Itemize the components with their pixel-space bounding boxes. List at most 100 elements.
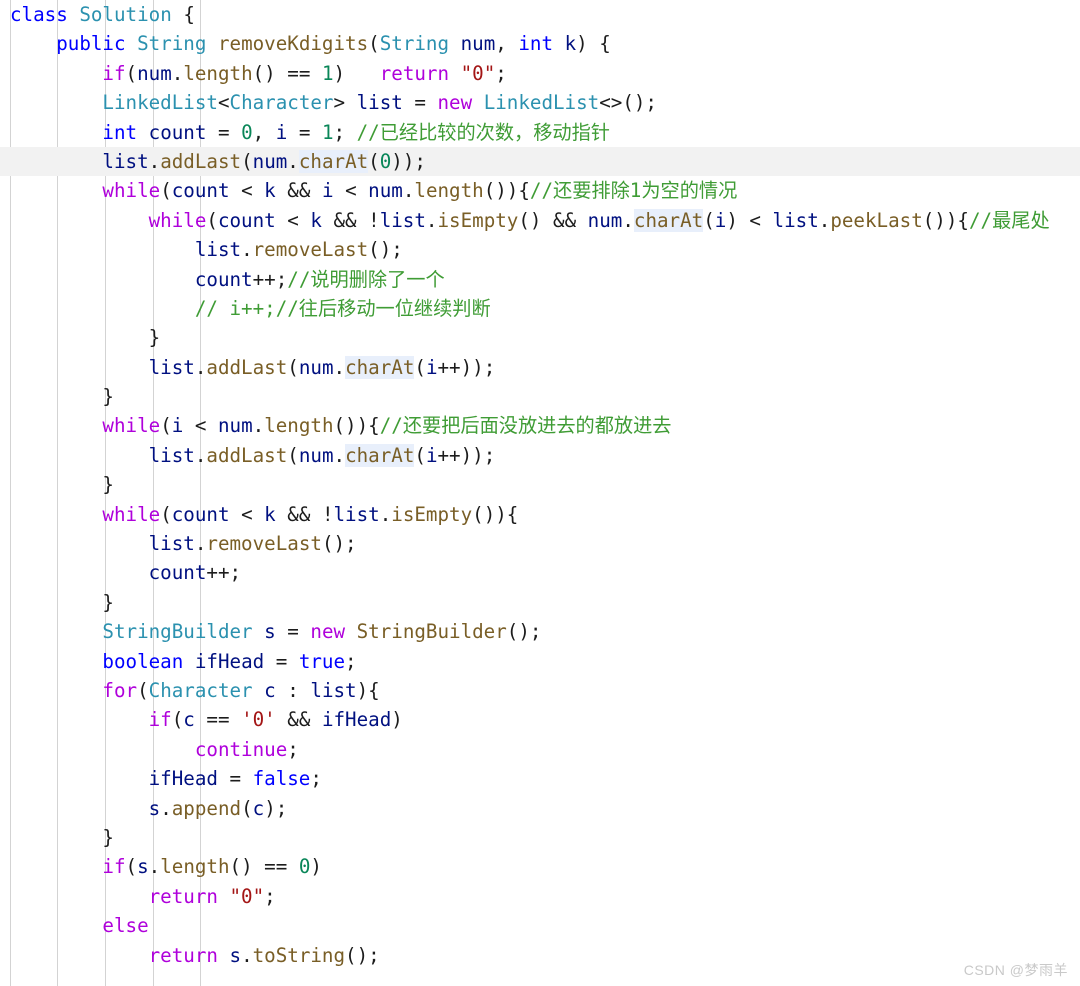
token-pun: ++)); bbox=[437, 443, 496, 467]
token-pun: < bbox=[217, 91, 230, 115]
code-line[interactable]: if(num.length() == 1) return "0"; bbox=[0, 59, 1080, 88]
code-content[interactable]: class Solution { public String removeKdi… bbox=[0, 0, 1080, 970]
code-line[interactable]: int count = 0, i = 1; //已经比较的次数，移动指针 bbox=[0, 118, 1080, 147]
token-pun: ()){ bbox=[922, 208, 969, 232]
code-line[interactable]: while(count < k && !list.isEmpty() && nu… bbox=[0, 206, 1080, 235]
token-pun bbox=[10, 179, 102, 202]
code-line[interactable]: count++;//说明删除了一个 bbox=[0, 265, 1080, 294]
token-pun bbox=[206, 32, 218, 55]
token-pun: () == bbox=[229, 855, 299, 879]
token-pun: , bbox=[495, 32, 519, 56]
token-pun bbox=[10, 62, 102, 85]
token-pun bbox=[218, 944, 230, 967]
code-line[interactable]: list.removeLast(); bbox=[0, 235, 1080, 264]
token-kwc: while bbox=[102, 179, 161, 203]
token-pun: . bbox=[241, 943, 253, 967]
token-pun bbox=[10, 855, 102, 878]
code-line[interactable]: while(i < num.length()){//还要把后面没放进去的都放进去 bbox=[0, 411, 1080, 440]
code-line[interactable]: if(s.length() == 0) bbox=[0, 852, 1080, 881]
code-line[interactable]: else bbox=[0, 911, 1080, 940]
code-line[interactable]: return s.toString(); bbox=[0, 941, 1080, 970]
code-line[interactable]: while(count < k && i < num.length()){//还… bbox=[0, 176, 1080, 205]
code-line[interactable]: class Solution { bbox=[0, 0, 1080, 29]
token-pun: . bbox=[287, 149, 299, 173]
token-kwc: if bbox=[148, 708, 172, 732]
token-type: Character bbox=[229, 91, 334, 115]
code-line[interactable]: } bbox=[0, 382, 1080, 411]
code-line[interactable]: continue; bbox=[0, 735, 1080, 764]
token-pun bbox=[10, 708, 149, 731]
code-line[interactable]: list.addLast(num.charAt(i++)); bbox=[0, 441, 1080, 470]
token-pun bbox=[553, 32, 565, 55]
token-pun: ( bbox=[368, 149, 380, 173]
token-pun: : bbox=[275, 678, 311, 702]
token-pun: ++; bbox=[206, 561, 242, 585]
token-pun bbox=[345, 620, 357, 643]
code-line[interactable]: boolean ifHead = true; bbox=[0, 647, 1080, 676]
token-pun bbox=[172, 3, 184, 26]
code-line[interactable]: list.removeLast(); bbox=[0, 529, 1080, 558]
token-pun: ; bbox=[264, 884, 276, 908]
token-fn: length bbox=[414, 179, 484, 203]
token-pun bbox=[10, 738, 195, 761]
code-line[interactable]: if(c == '0' && ifHead) bbox=[0, 705, 1080, 734]
code-line[interactable]: public String removeKdigits(String num, … bbox=[0, 29, 1080, 58]
token-pun: (); bbox=[345, 943, 380, 967]
code-line[interactable]: } bbox=[0, 823, 1080, 852]
token-var: count bbox=[171, 502, 230, 526]
token-pun: < bbox=[275, 208, 311, 232]
code-line[interactable]: list.addLast(num.charAt(i++)); bbox=[0, 353, 1080, 382]
token-var: num bbox=[252, 149, 288, 173]
token-var: i bbox=[425, 443, 438, 467]
token-pun: (); bbox=[506, 620, 542, 644]
token-var: s bbox=[137, 855, 149, 879]
token-pun bbox=[472, 91, 484, 114]
code-line[interactable]: // i++;//往后移动一位继续判断 bbox=[0, 294, 1080, 323]
code-line[interactable]: count++; bbox=[0, 558, 1080, 587]
code-editor[interactable]: class Solution { public String removeKdi… bbox=[0, 0, 1080, 986]
token-pun: . bbox=[194, 443, 207, 467]
code-line[interactable]: } bbox=[0, 323, 1080, 352]
token-pun bbox=[10, 238, 195, 261]
token-fn: addLast bbox=[206, 443, 288, 467]
token-var: count bbox=[217, 208, 276, 232]
token-pun bbox=[10, 532, 149, 555]
token-pun: ( bbox=[414, 355, 426, 379]
code-line[interactable]: for(Character c : list){ bbox=[0, 676, 1080, 705]
token-fn: addLast bbox=[206, 355, 288, 379]
token-var: num bbox=[217, 414, 253, 438]
code-line[interactable]: } bbox=[0, 588, 1080, 617]
token-pun: ; bbox=[345, 649, 357, 673]
token-pun: ( bbox=[160, 414, 172, 438]
token-pun bbox=[137, 121, 149, 144]
code-line[interactable]: ifHead = false; bbox=[0, 764, 1080, 793]
code-line[interactable]: LinkedList<Character> list = new LinkedL… bbox=[0, 88, 1080, 117]
token-kwc: else bbox=[102, 914, 149, 938]
token-pun: ++; bbox=[252, 267, 288, 291]
code-line[interactable]: s.append(c); bbox=[0, 794, 1080, 823]
token-kwc: return bbox=[148, 884, 218, 908]
token-pun: && ! bbox=[321, 208, 380, 232]
token-pun: ()){ bbox=[472, 502, 519, 526]
token-pun: () == bbox=[252, 61, 322, 85]
token-pun: = bbox=[217, 767, 253, 791]
code-line[interactable]: return "0"; bbox=[0, 882, 1080, 911]
token-pun: . bbox=[148, 149, 161, 173]
token-cmt: //还要排除1为空的情况 bbox=[529, 179, 738, 203]
token-fn: append bbox=[171, 796, 242, 820]
token-pun: ) bbox=[333, 61, 380, 85]
token-var: s bbox=[229, 943, 242, 967]
token-cmt: //还要把后面没放进去的都放进去 bbox=[379, 414, 672, 438]
token-var: num bbox=[298, 443, 334, 467]
token-pun: ; bbox=[287, 737, 299, 761]
token-fn: isEmpty bbox=[391, 502, 473, 526]
token-kwc: if bbox=[102, 855, 126, 879]
code-line[interactable]: while(count < k && !list.isEmpty()){ bbox=[0, 500, 1080, 529]
code-line[interactable]: StringBuilder s = new StringBuilder(); bbox=[0, 617, 1080, 646]
code-line[interactable]: list.addLast(num.charAt(0)); bbox=[0, 147, 1080, 176]
token-pun bbox=[10, 32, 56, 55]
token-pun: ()){ bbox=[483, 179, 530, 203]
token-pun bbox=[10, 297, 195, 320]
code-line[interactable]: } bbox=[0, 470, 1080, 499]
token-pun: = bbox=[206, 120, 242, 144]
